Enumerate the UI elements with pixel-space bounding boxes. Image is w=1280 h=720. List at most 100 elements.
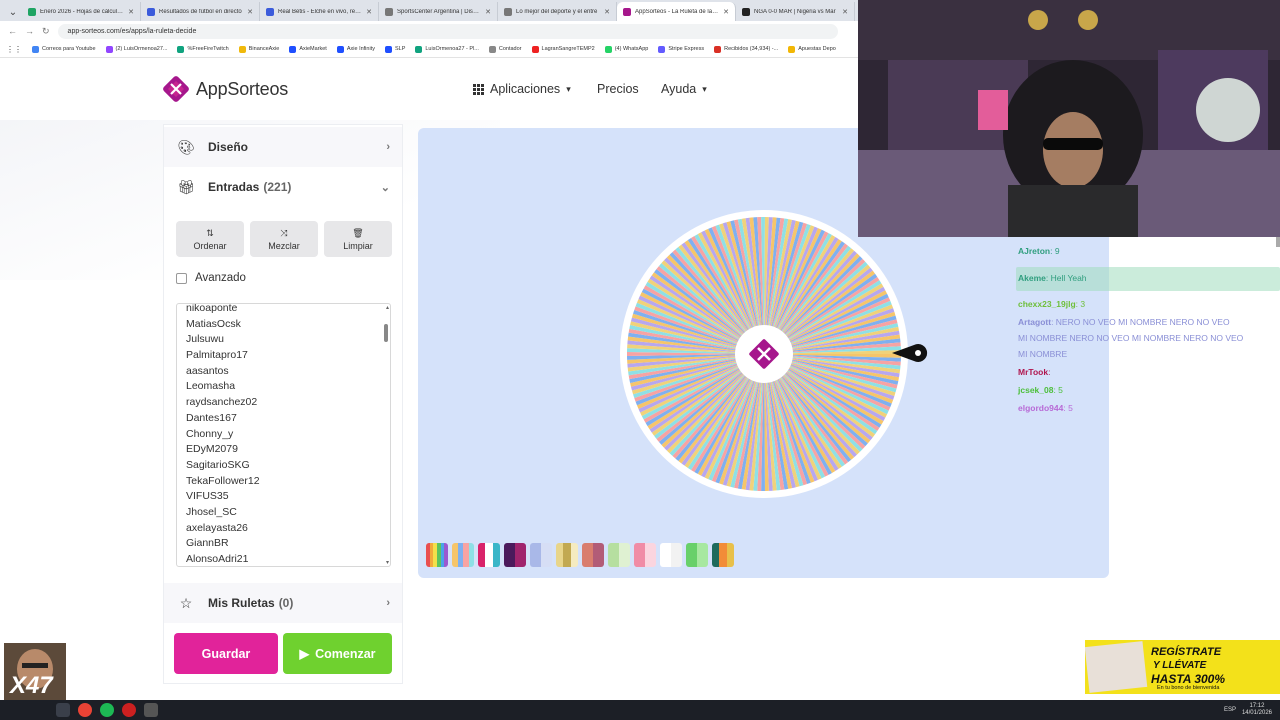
forward-icon[interactable]: → (25, 26, 34, 36)
chat-message: elgordo944: 5 (1018, 403, 1073, 413)
entries-textarea[interactable]: nikoaponte MatiasOcsk Julsuwu Palmitapro17 a… (176, 303, 391, 567)
scroll-down-icon[interactable]: ▾ (386, 559, 389, 566)
sort-label: Ordenar (193, 240, 227, 251)
bookmark-item[interactable]: Apuestas Depo (788, 45, 836, 53)
browser-tab[interactable]: AppSorteos - La Ruleta de la Su ✕ (617, 2, 736, 21)
palette-option[interactable] (634, 543, 656, 567)
bookmark-item[interactable]: (4) WhatsApp (604, 45, 648, 53)
close-icon[interactable]: ✕ (366, 8, 372, 16)
bookmark-item[interactable]: Stripe Express (658, 45, 704, 53)
chat-username[interactable]: AJreton (1018, 246, 1050, 256)
taskbar-app-icon[interactable] (144, 703, 158, 717)
palette-option[interactable] (712, 543, 734, 567)
clock[interactable]: 17:12 14/01/2026 (1242, 703, 1272, 717)
language-indicator[interactable]: ESP (1224, 707, 1236, 713)
taskbar: ESP 17:12 14/01/2026 (0, 700, 1280, 720)
chat-message: MrTook: (1018, 367, 1050, 377)
entry-item: SagitarioSKG (186, 458, 250, 471)
entry-item: GiannBR (186, 537, 229, 550)
logo[interactable]: AppSorteos (162, 75, 288, 103)
roulette-wheel[interactable] (618, 208, 910, 500)
obs-icon[interactable] (122, 703, 136, 717)
palette-option[interactable] (660, 543, 682, 567)
browser-tab[interactable]: Enero 2026 - Hojas de cálculo de ✕ (22, 2, 141, 21)
palette-option[interactable] (556, 543, 578, 567)
browser-tab[interactable]: SportsCenter Argentina | Disney ✕ (379, 2, 498, 21)
bookmark-item[interactable]: SLP (384, 45, 405, 53)
bookmark-item[interactable]: (2) LuisOrmenoa27... (105, 45, 168, 53)
streamer-emote: X47 (4, 643, 66, 700)
chat-username[interactable]: Artagott (1018, 317, 1051, 327)
nav-prices-link[interactable]: Precios (597, 82, 639, 96)
bookmark-item[interactable]: Contador (488, 45, 522, 53)
bookmark-favicon-icon (415, 45, 423, 53)
nav-apps-label: Aplicaciones (490, 82, 561, 96)
chat-text: : 5 (1053, 385, 1063, 395)
bookmark-item[interactable]: Correos para Youtube (32, 45, 96, 53)
close-icon[interactable]: ✕ (247, 8, 253, 16)
chat-username[interactable]: elgordo944 (1018, 403, 1063, 413)
apps-grid-icon[interactable]: ⋮⋮ (6, 45, 22, 54)
taskbar-app-icon[interactable] (56, 703, 70, 717)
browser-tab[interactable]: Resultados de fútbol en directo ✕ (141, 2, 260, 21)
design-accordion[interactable]: 🎨︎ Diseño › (164, 127, 402, 167)
close-icon[interactable]: ✕ (723, 8, 729, 16)
chat-username[interactable]: Akeme (1018, 273, 1046, 283)
palette-option[interactable] (478, 543, 500, 567)
bookmark-item[interactable]: AxieMarket (289, 45, 327, 53)
start-button[interactable]: ▶ Comenzar (283, 633, 392, 674)
close-icon[interactable]: ✕ (485, 8, 491, 16)
chat-username[interactable]: chexx23_19jlg (1018, 299, 1076, 309)
palette-option[interactable] (608, 543, 630, 567)
back-icon[interactable]: ← (8, 26, 17, 36)
chat-username[interactable]: MrTook (1018, 367, 1048, 377)
sort-button[interactable]: ⇅ Ordenar (176, 221, 244, 257)
scroll-up-icon[interactable]: ▴ (386, 304, 389, 311)
palette-option[interactable] (582, 543, 604, 567)
nav-help-menu[interactable]: Ayuda ▾ (661, 82, 707, 96)
bookmark-favicon-icon (289, 45, 297, 53)
palette-swatch (541, 543, 552, 567)
palette-swatch (530, 543, 541, 567)
palette-option[interactable] (504, 543, 526, 567)
chat-scrollbar[interactable] (1276, 237, 1280, 247)
bookmark-item[interactable]: Recibidos (34,934) -... (714, 45, 778, 53)
ad-line-1: REGÍSTRATE (1151, 646, 1222, 658)
bookmark-item[interactable]: BinanceAxie (238, 45, 279, 53)
close-icon[interactable]: ✕ (842, 8, 848, 16)
ad-banner[interactable]: REGÍSTRATE Y LLÉVATE HASTA 300% En tu bo… (1085, 640, 1280, 694)
bookmark-item[interactable]: Axie Infinity (336, 45, 375, 53)
reload-icon[interactable]: ↻ (42, 26, 50, 37)
nav-apps-menu[interactable]: Aplicaciones ▾ (473, 82, 571, 96)
palette-option[interactable] (686, 543, 708, 567)
palette-swatch (608, 543, 619, 567)
spotify-icon[interactable] (100, 703, 114, 717)
url-input[interactable]: app-sorteos.com/es/apps/la-ruleta-decide (57, 23, 838, 39)
palette-option[interactable] (530, 543, 552, 567)
palette-option[interactable] (426, 543, 448, 567)
save-button[interactable]: Guardar (174, 633, 278, 674)
browser-tab[interactable]: Lo mejor del deporte y el entre ✕ (498, 2, 617, 21)
entries-accordion[interactable]: 🎁︎ Entradas (221) ⌄ (164, 167, 402, 207)
bookmark-item[interactable]: LuisOrmenoa27 - Pl... (415, 45, 479, 53)
tab-search-icon[interactable]: ⌄ (4, 3, 22, 21)
browser-tab[interactable]: Real Betis - Elche en vivo, resulta ✕ (260, 2, 379, 21)
tab-favicon-icon (623, 7, 631, 16)
advanced-toggle[interactable]: Avanzado (176, 272, 246, 284)
palette-swatch (619, 543, 630, 567)
advanced-checkbox[interactable] (176, 272, 187, 284)
chat-username[interactable]: jcsek_08 (1018, 385, 1053, 395)
close-icon[interactable]: ✕ (604, 8, 610, 16)
chrome-icon[interactable] (78, 703, 92, 717)
entries-scrollbar[interactable] (384, 324, 388, 342)
bookmark-item[interactable]: %FreeFireTwitch (177, 45, 229, 53)
palette-option[interactable] (452, 543, 474, 567)
browser-tab[interactable]: NGA 0-0 MAR | Nigeria vs Mar ✕ (736, 2, 855, 21)
clear-button[interactable]: 🗑︎ Limpiar (324, 221, 392, 257)
my-wheels-accordion[interactable]: ☆ Mis Ruletas (0) › (164, 583, 402, 623)
bookmark-label: (2) LuisOrmenoa27... (115, 46, 168, 52)
close-icon[interactable]: ✕ (128, 8, 134, 16)
shuffle-button[interactable]: ⤨ Mezclar (250, 221, 318, 257)
clock-time: 17:12 (1249, 703, 1265, 709)
bookmark-item[interactable]: LagranSangreTEMP2 (531, 45, 595, 53)
